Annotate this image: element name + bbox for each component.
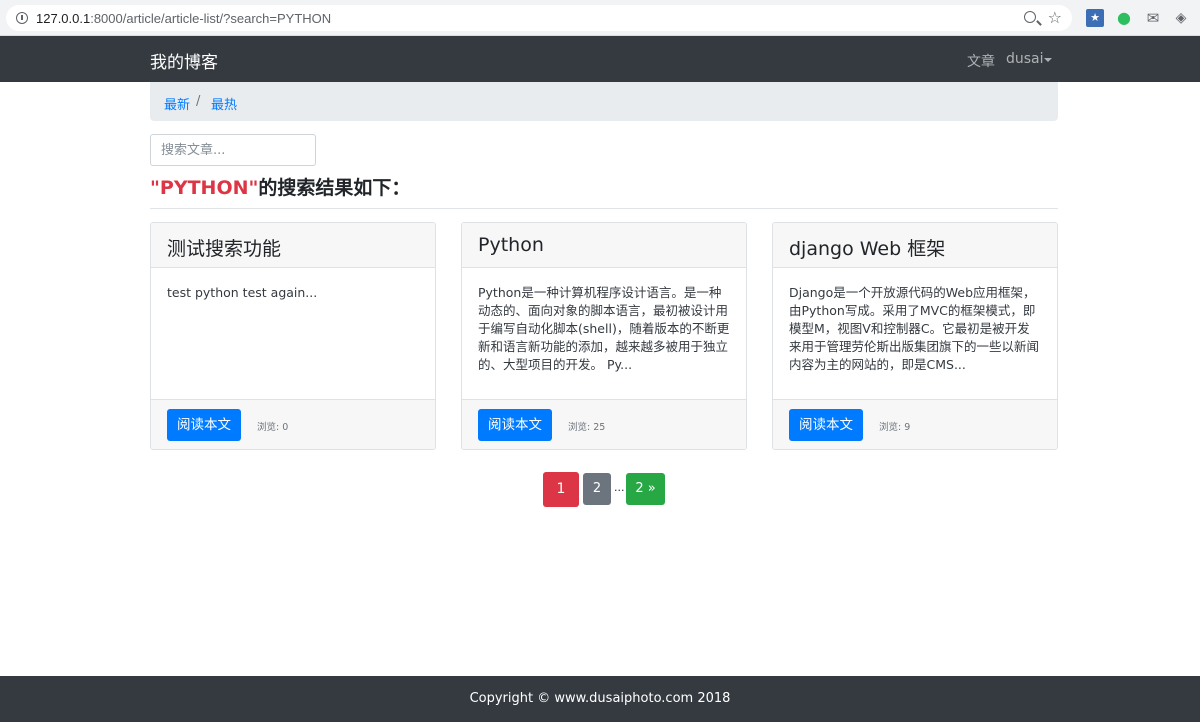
article-card: Python Python是一种计算机程序设计语言。是一种动态的、面向对象的脚本… — [461, 222, 747, 450]
url-host: 127.0.0.1 — [36, 10, 91, 26]
browser-toolbar: 127.0.0.1:8000/article/article-list/?sea… — [0, 0, 1200, 36]
breadcrumb-hot-link[interactable]: 最热 — [211, 94, 237, 113]
nav-articles-link[interactable]: 文章 — [967, 51, 995, 71]
article-summary: test python test again... — [167, 285, 318, 300]
copyright-text: Copyright © www.dusaiphoto.com 2018 — [469, 691, 731, 706]
brand-link[interactable]: 我的博客 — [150, 48, 218, 73]
read-article-button[interactable]: 阅读本文 — [478, 409, 552, 441]
pagination-ellipsis: ... — [614, 481, 625, 494]
article-summary: Django是一个开放源代码的Web应用框架，由Python写成。采用了MVC的… — [789, 285, 1040, 372]
breadcrumb-separator: / — [196, 94, 201, 109]
url-path: :8000/article/article-list/?search=PYTHO… — [90, 10, 332, 26]
address-bar[interactable]: 127.0.0.1:8000/article/article-list/?sea… — [6, 5, 1072, 31]
read-article-button[interactable]: 阅读本文 — [167, 409, 241, 441]
article-card: 测试搜索功能 test python test again... 阅读本文 浏览… — [150, 222, 436, 450]
read-article-button[interactable]: 阅读本文 — [789, 409, 863, 441]
search-result-heading: "PYTHON"的搜索结果如下： — [150, 173, 410, 200]
mail-icon[interactable]: ✉ — [1144, 9, 1162, 27]
breadcrumb: 最新 / 最热 — [150, 82, 1058, 121]
search-keyword: "PYTHON" — [150, 177, 259, 199]
search-result-suffix: 的搜索结果如下： — [258, 177, 411, 199]
article-card-footer: 阅读本文 浏览: 0 — [151, 399, 435, 449]
evernote-icon[interactable]: ● — [1115, 9, 1133, 27]
shield-icon[interactable]: ◈ — [1172, 9, 1190, 27]
page-current-button[interactable]: 1 — [543, 472, 579, 507]
top-navbar: 我的博客 文章 dusai — [0, 36, 1200, 82]
user-dropdown[interactable]: dusai — [1006, 51, 1044, 67]
url-text: 127.0.0.1:8000/article/article-list/?sea… — [36, 11, 331, 26]
article-summary: Python是一种计算机程序设计语言。是一种动态的、面向对象的脚本语言，最初被设… — [478, 285, 730, 372]
page-2-button[interactable]: 2 — [583, 473, 611, 505]
breadcrumb-latest-link[interactable]: 最新 — [164, 94, 190, 113]
article-title: django Web 框架 — [773, 223, 1057, 268]
zoom-icon[interactable] — [1024, 11, 1036, 23]
view-count: 浏览: 25 — [568, 422, 606, 433]
article-card-footer: 阅读本文 浏览: 25 — [462, 399, 746, 449]
bookmark-star-icon[interactable]: ☆ — [1048, 8, 1062, 28]
chevron-down-icon[interactable] — [1044, 58, 1052, 62]
page-footer: Copyright © www.dusaiphoto.com 2018 — [0, 676, 1200, 722]
extension-bookmark-icon[interactable]: ★ — [1086, 9, 1104, 27]
article-card: django Web 框架 Django是一个开放源代码的Web应用框架，由Py… — [772, 222, 1058, 450]
divider — [150, 208, 1058, 209]
page-next-button[interactable]: 2 » — [626, 473, 665, 505]
article-title: 测试搜索功能 — [151, 223, 435, 268]
article-card-footer: 阅读本文 浏览: 9 — [773, 399, 1057, 449]
view-count: 浏览: 9 — [879, 422, 911, 433]
view-count: 浏览: 0 — [257, 422, 289, 433]
search-input[interactable] — [150, 134, 316, 166]
site-info-icon[interactable] — [16, 12, 28, 24]
article-title: Python — [462, 223, 746, 268]
